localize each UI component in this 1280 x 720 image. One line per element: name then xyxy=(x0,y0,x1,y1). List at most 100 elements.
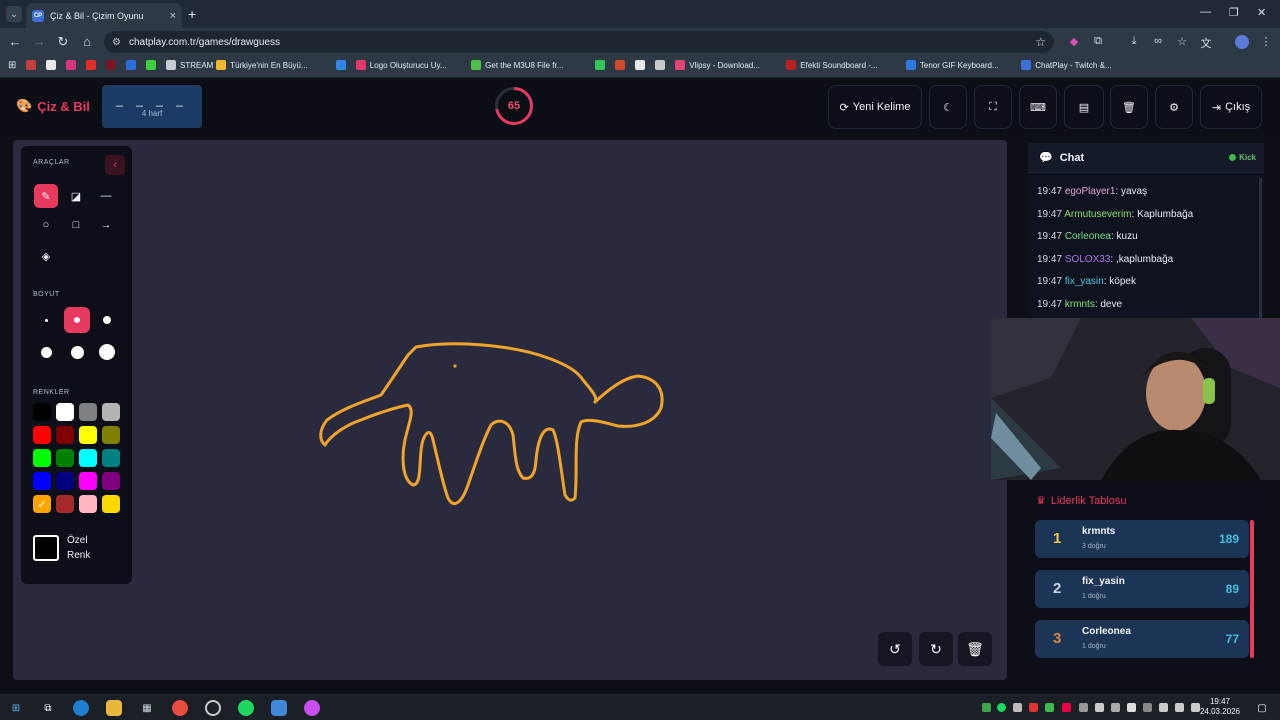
app-logo[interactable]: 🎨 Çiz & Bil xyxy=(16,98,90,114)
bookmark-item[interactable] xyxy=(635,60,646,70)
network-icon[interactable] xyxy=(1159,703,1168,712)
bookmark-star-icon[interactable]: ☆ xyxy=(1035,35,1046,49)
color-swatch[interactable] xyxy=(102,403,120,421)
tray-app-icon[interactable] xyxy=(1079,703,1088,712)
new-tab-button[interactable]: + xyxy=(188,6,196,22)
chat-message-user[interactable]: Corleonea xyxy=(1065,231,1111,242)
bookmark-item[interactable]: Tenor GIF Keyboard... xyxy=(905,60,999,70)
microphone-icon[interactable] xyxy=(1062,703,1071,712)
dark-mode-button[interactable]: ☾ xyxy=(929,85,967,129)
notification-icon[interactable]: ▢ xyxy=(1254,700,1270,716)
bookmark-item[interactable] xyxy=(126,60,136,70)
tray-app-icon[interactable] xyxy=(1013,703,1022,712)
color-swatch[interactable] xyxy=(79,495,97,513)
menu-icon[interactable]: ⋮ xyxy=(1259,35,1273,49)
collapse-panel-button[interactable]: ‹ xyxy=(105,155,125,175)
tab-list-button[interactable]: ⌄ xyxy=(6,6,22,22)
pencil-tool[interactable]: ✎ xyxy=(34,184,58,208)
reload-icon[interactable]: ↻ xyxy=(55,34,71,50)
back-icon[interactable]: ← xyxy=(7,34,23,49)
minimize-icon[interactable]: — xyxy=(1200,6,1211,18)
color-swatch[interactable] xyxy=(33,472,51,490)
bookmark-item[interactable] xyxy=(655,60,666,70)
discord-icon[interactable] xyxy=(304,700,320,716)
color-swatch[interactable]: ✓ xyxy=(33,495,51,513)
size-option-6[interactable] xyxy=(94,339,120,365)
bookmark-item[interactable]: Vlipsy - Download... xyxy=(675,60,760,70)
new-word-button[interactable]: ⟳ Yeni Kelime xyxy=(828,85,922,129)
exit-button[interactable]: ⇥ Çıkış xyxy=(1200,85,1262,129)
arrow-tool[interactable]: → xyxy=(94,213,118,237)
home-icon[interactable]: ⌂ xyxy=(79,34,95,49)
extension-icon[interactable]: ◆ xyxy=(1067,35,1081,49)
color-swatch[interactable] xyxy=(79,403,97,421)
color-swatch[interactable] xyxy=(56,495,74,513)
color-swatch[interactable] xyxy=(33,449,51,467)
tab-close-icon[interactable]: × xyxy=(170,10,176,22)
apps-grid-icon[interactable]: ⊞ xyxy=(8,60,16,71)
archive-button[interactable]: ▤ xyxy=(1064,85,1104,129)
size-option-1[interactable] xyxy=(33,307,59,333)
bookmark-item[interactable] xyxy=(146,60,156,70)
bookmark-item[interactable]: Logo Oluşturucu Uy... xyxy=(355,60,447,70)
circle-tool[interactable]: ○ xyxy=(34,213,58,237)
chat-message-user[interactable]: egoPlayer1 xyxy=(1065,186,1116,197)
translate-icon[interactable]: 文 xyxy=(1199,35,1213,50)
chat-message-user[interactable]: Armutuseverim xyxy=(1064,209,1131,220)
leaderboard-scrollbar[interactable] xyxy=(1250,520,1254,658)
file-explorer-icon[interactable] xyxy=(106,700,122,716)
bookmark-item[interactable]: Efekti Soundboard -... xyxy=(786,60,878,70)
color-swatch[interactable] xyxy=(33,403,51,421)
fullscreen-button[interactable]: ⛶ xyxy=(974,85,1012,129)
download-icon[interactable]: ⤓ xyxy=(1127,35,1141,49)
tray-app-icon[interactable] xyxy=(1045,703,1054,712)
bookmark-item[interactable] xyxy=(335,60,346,70)
task-view-icon[interactable]: ⧉ xyxy=(40,700,56,716)
custom-color-button[interactable]: Özel Renk xyxy=(33,528,121,568)
keyboard-button[interactable]: ⌨ xyxy=(1019,85,1057,129)
size-option-4[interactable] xyxy=(33,339,59,365)
favorites-icon[interactable]: ☆ xyxy=(1175,35,1189,49)
size-option-5[interactable] xyxy=(64,339,90,365)
bookmark-item[interactable] xyxy=(106,60,116,70)
windows-start-icon[interactable]: ⊞ xyxy=(8,700,24,716)
obs-icon[interactable] xyxy=(205,700,221,716)
bookmark-item[interactable] xyxy=(86,60,96,70)
bookmark-item[interactable] xyxy=(615,60,626,70)
color-swatch[interactable] xyxy=(79,472,97,490)
color-swatch[interactable] xyxy=(102,495,120,513)
chat-message-user[interactable]: krmnts xyxy=(1065,299,1095,310)
color-swatch[interactable] xyxy=(79,426,97,444)
tray-app-icon[interactable] xyxy=(1127,703,1136,712)
color-swatch[interactable] xyxy=(56,472,74,490)
redo-button[interactable]: ↻ xyxy=(919,632,953,666)
tray-app-icon[interactable] xyxy=(1111,703,1120,712)
tray-app-icon[interactable] xyxy=(1095,703,1104,712)
bookmark-item[interactable]: Get the M3U8 File fr... xyxy=(471,60,563,70)
settings-button[interactable]: ⚙ xyxy=(1155,85,1193,129)
color-swatch[interactable] xyxy=(33,426,51,444)
bookmark-item[interactable]: Türkiye'nin En Büyü... xyxy=(216,60,308,70)
window-close-icon[interactable]: ✕ xyxy=(1257,6,1266,19)
eraser-tool[interactable]: ◪ xyxy=(64,184,88,208)
tray-spotify-icon[interactable] xyxy=(997,703,1006,712)
browser-tab-active[interactable]: CP Çiz & Bil - Çizim Oyunu × xyxy=(26,3,182,28)
color-swatch[interactable] xyxy=(79,449,97,467)
profile-avatar[interactable] xyxy=(1235,35,1249,49)
link-icon[interactable]: ∞ xyxy=(1151,35,1165,49)
chrome-icon[interactable] xyxy=(172,700,188,716)
tray-app-icon[interactable] xyxy=(1029,703,1038,712)
line-tool[interactable]: — xyxy=(94,184,118,208)
bookmark-item[interactable]: ChatPlay - Twitch &... xyxy=(1021,60,1112,70)
fill-tool[interactable]: ◈ xyxy=(34,244,58,268)
color-swatch[interactable] xyxy=(56,426,74,444)
color-swatch[interactable] xyxy=(56,403,74,421)
forward-icon[interactable]: → xyxy=(31,34,47,49)
size-option-2[interactable] xyxy=(64,307,90,333)
drawing-canvas[interactable] xyxy=(13,140,1007,680)
bookmark-item[interactable] xyxy=(46,60,56,70)
store-icon[interactable]: ▦ xyxy=(139,700,155,716)
tray-app-icon[interactable] xyxy=(982,703,991,712)
tray-app-icon[interactable] xyxy=(1191,703,1200,712)
extensions-puzzle-icon[interactable]: ⧉ xyxy=(1091,35,1105,49)
